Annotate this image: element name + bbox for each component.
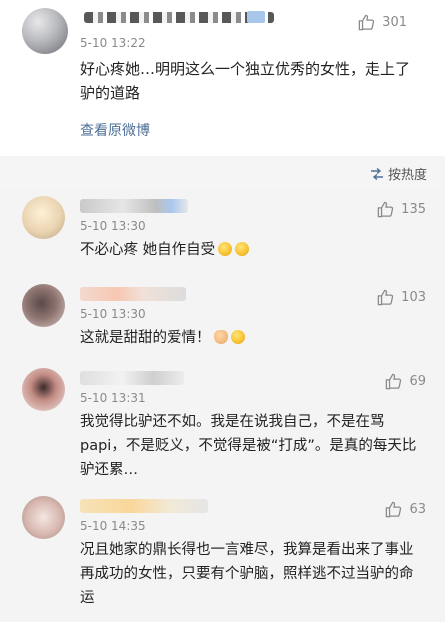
username-blurred[interactable]: [80, 287, 186, 301]
comment-text-body: 不必心疼 她自作自受: [80, 242, 216, 258]
username-blurred[interactable]: [80, 499, 208, 513]
like-button[interactable]: 103: [376, 288, 426, 307]
like-count: 69: [409, 374, 426, 389]
like-count: 63: [409, 502, 426, 517]
smile-emoji-icon: [218, 242, 233, 256]
like-button[interactable]: 69: [384, 372, 426, 391]
thumbs-up-icon: [358, 14, 375, 31]
reply-list: 5-10 13:30 135 不必心疼 她自作自受 5-10 13:30 103…: [0, 188, 445, 622]
avatar[interactable]: [22, 8, 68, 54]
thumbs-up-icon: [386, 373, 402, 390]
thumbs-up-emoji-icon: [213, 330, 228, 344]
comment-time: 5-10 13:30: [80, 307, 146, 321]
verified-badge-icon: [247, 11, 265, 23]
sort-bar: 按热度: [0, 156, 445, 188]
username-blurred[interactable]: [84, 12, 274, 23]
comment-text-body: 这就是甜甜的爱情！: [80, 330, 211, 346]
list-item: 5-10 13:31 69 我觉得比驴还不如。我是在说我自己，不是在骂papi，…: [22, 364, 432, 488]
thumbs-up-icon: [377, 201, 394, 218]
username-blurred[interactable]: [80, 371, 184, 385]
avatar[interactable]: [22, 284, 65, 327]
sort-icon: [370, 167, 383, 180]
avatar[interactable]: [22, 496, 65, 539]
comment-text: 不必心疼 她自作自受: [80, 238, 425, 262]
comment-text: 这就是甜甜的爱情！: [80, 326, 425, 350]
like-button[interactable]: 301: [357, 13, 407, 32]
comment-time: 5-10 13:31: [80, 391, 146, 405]
like-button[interactable]: 63: [384, 500, 426, 519]
sort-toggle-button[interactable]: 按热度: [370, 164, 427, 183]
main-comment: 5-10 13:22 301 好心疼她…明明这么一个独立优秀的女性，走上了驴的道…: [0, 0, 445, 156]
like-count: 301: [382, 15, 407, 30]
list-item: 5-10 13:30 135 不必心疼 她自作自受: [22, 192, 432, 274]
sort-label: 按热度: [387, 168, 427, 183]
comment-text: 况且她家的鼎长得也一言难尽，我算是看出来了事业再成功的女性，只要有个驴脑，照样逃…: [80, 542, 414, 606]
list-item: 5-10 14:35 63 况且她家的鼎长得也一言难尽，我算是看出来了事业再成功…: [22, 492, 432, 618]
thumbs-up-icon: [377, 289, 394, 306]
username-blurred[interactable]: [80, 199, 188, 213]
view-original-link[interactable]: 查看原微博: [80, 120, 150, 140]
like-count: 135: [401, 202, 426, 217]
like-button[interactable]: 135: [376, 200, 426, 219]
comment-text: 我觉得比驴还不如。我是在说我自己，不是在骂papi，不是贬义，不觉得是被“打成”…: [80, 414, 417, 478]
comment-text: 好心疼她…明明这么一个独立优秀的女性，走上了驴的道路: [80, 60, 411, 102]
list-item: 5-10 13:30 103 这就是甜甜的爱情！: [22, 280, 432, 360]
grin-emoji-icon: [230, 330, 245, 344]
like-count: 103: [401, 290, 426, 305]
comment-time: 5-10 14:35: [80, 519, 146, 533]
avatar[interactable]: [22, 368, 65, 411]
comment-time: 5-10 13:22: [80, 36, 146, 50]
avatar[interactable]: [22, 196, 65, 239]
thumbs-up-icon: [386, 501, 402, 518]
smile-emoji-icon: [235, 242, 250, 256]
comment-time: 5-10 13:30: [80, 219, 146, 233]
